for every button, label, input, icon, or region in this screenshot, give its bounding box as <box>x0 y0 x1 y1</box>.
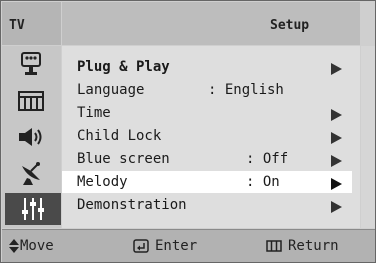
menu-item-label: Blue screen <box>77 151 170 167</box>
arrow-right-icon <box>331 201 342 213</box>
menu-key-icon <box>266 240 282 252</box>
menu-item-label: Language <box>77 82 145 98</box>
move-hint-label: Move <box>20 238 54 254</box>
menu-title: Setup <box>62 2 360 45</box>
menu-item-label: Demonstration <box>77 197 187 213</box>
arrow-right-icon <box>331 132 342 144</box>
menu-item-plug-and-play[interactable]: Plug & Play <box>62 56 352 78</box>
enter-hint-label: Enter <box>155 238 198 254</box>
menu-item-label: Melody <box>77 174 128 190</box>
menu-item-value: : On <box>246 174 280 190</box>
film-icon[interactable] <box>10 87 52 115</box>
menu-item-label: Time <box>77 105 111 121</box>
move-hint: Move <box>8 238 54 254</box>
arrow-right-icon <box>331 178 342 190</box>
menu-right-edge <box>361 46 375 228</box>
antenna-icon[interactable] <box>10 159 52 187</box>
setup-osd-menu: TV Setup Plug & Play Language: English … <box>0 0 376 263</box>
category-sidebar <box>2 46 61 228</box>
arrow-right-icon <box>331 109 342 121</box>
menu-item-label: Plug & Play <box>77 59 170 75</box>
setup-sliders-icon[interactable] <box>5 193 61 225</box>
menu-item-value: : Off <box>246 151 289 167</box>
menu-item-melody[interactable]: Melody : On <box>62 171 352 193</box>
menu-item-label: Child Lock <box>77 128 162 144</box>
arrow-right-icon <box>331 155 342 167</box>
menu-item-blue-screen[interactable]: Blue screen : Off <box>62 148 352 170</box>
menu-item-value: : English <box>208 82 284 98</box>
return-hint: Return <box>266 238 339 254</box>
up-down-arrows-icon <box>9 239 19 253</box>
menu-item-time[interactable]: Time <box>62 102 352 124</box>
navigation-hint-bar: Move Enter Return <box>2 229 375 262</box>
menu-item-language[interactable]: Language : English <box>62 79 352 101</box>
source-label: TV <box>2 2 61 45</box>
arrow-right-icon <box>331 63 342 75</box>
enter-key-icon <box>133 239 149 253</box>
picture-icon[interactable] <box>10 50 52 78</box>
enter-hint: Enter <box>133 238 197 254</box>
menu-item-child-lock[interactable]: Child Lock <box>62 125 352 147</box>
return-hint-label: Return <box>288 238 339 254</box>
setup-menu-list: Plug & Play Language : English Time Chil… <box>62 46 360 228</box>
menu-item-demonstration[interactable]: Demonstration <box>62 194 352 216</box>
speaker-icon[interactable] <box>10 123 52 151</box>
